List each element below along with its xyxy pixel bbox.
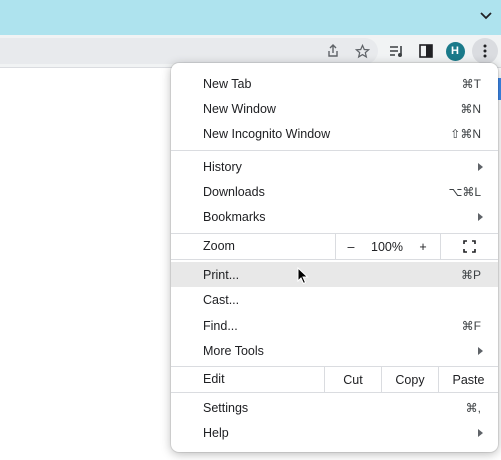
submenu-arrow-icon <box>478 213 483 221</box>
chevron-down-icon[interactable] <box>479 9 493 23</box>
menu-divider <box>171 392 498 393</box>
paste-button[interactable]: Paste <box>439 367 498 392</box>
chrome-main-menu: New Tab ⌘T New Window ⌘N New Incognito W… <box>171 63 498 452</box>
mouse-pointer-icon <box>297 267 309 285</box>
avatar: H <box>445 41 465 61</box>
menu-item-help[interactable]: Help <box>171 420 498 445</box>
zoom-in-button[interactable]: + <box>408 234 438 259</box>
submenu-arrow-icon <box>478 163 483 171</box>
submenu-arrow-icon <box>478 347 483 355</box>
menu-divider <box>171 259 498 260</box>
kebab-menu-icon[interactable] <box>472 38 498 64</box>
fullscreen-button[interactable] <box>441 234 498 259</box>
zoom-out-button[interactable]: – <box>336 234 366 259</box>
zoom-label: Zoom <box>203 239 235 253</box>
menu-item-downloads[interactable]: Downloads ⌥⌘L <box>171 179 498 204</box>
menu-item-settings[interactable]: Settings ⌘, <box>171 395 498 420</box>
menu-item-cast[interactable]: Cast... <box>171 287 498 312</box>
menu-item-new-tab[interactable]: New Tab ⌘T <box>171 71 498 96</box>
menu-item-print[interactable]: Print... ⌘P <box>171 262 498 287</box>
menu-item-bookmarks[interactable]: Bookmarks <box>171 204 498 229</box>
cut-button[interactable]: Cut <box>325 367 381 392</box>
copy-button[interactable]: Copy <box>382 367 438 392</box>
zoom-level: 100% <box>371 239 403 254</box>
menu-item-find[interactable]: Find... ⌘F <box>171 313 498 338</box>
menu-item-more-tools[interactable]: More Tools <box>171 338 498 363</box>
title-bar <box>0 0 501 35</box>
edit-row: Edit Cut Copy Paste <box>171 367 498 392</box>
menu-item-new-window[interactable]: New Window ⌘N <box>171 96 498 121</box>
submenu-arrow-icon <box>478 429 483 437</box>
zoom-row: Zoom – 100% + <box>171 234 498 259</box>
menu-divider <box>171 150 498 151</box>
menu-item-new-incognito-window[interactable]: New Incognito Window ⇧⌘N <box>171 121 498 146</box>
menu-item-history[interactable]: History <box>171 154 498 179</box>
fullscreen-icon <box>463 240 476 253</box>
edit-label: Edit <box>203 372 225 386</box>
